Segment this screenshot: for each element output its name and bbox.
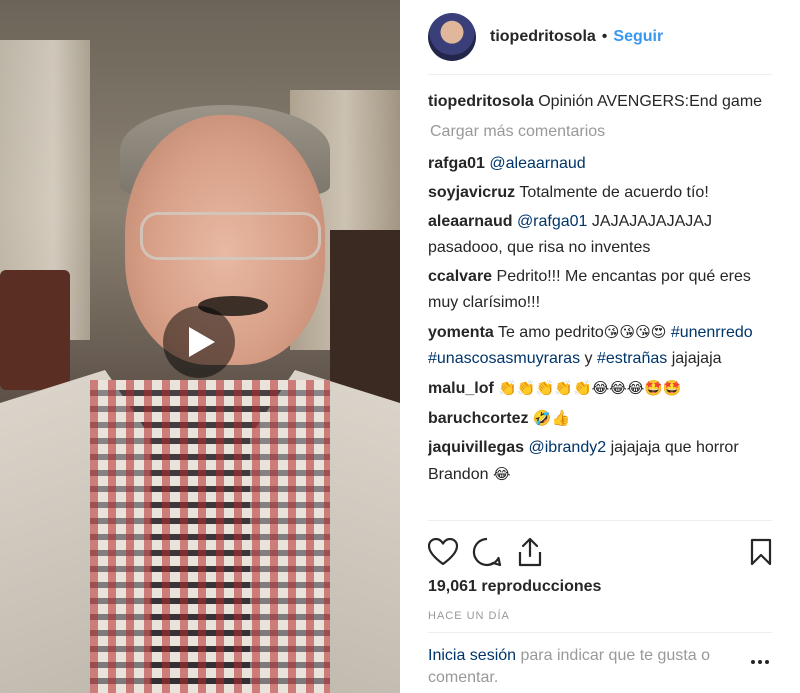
caption-text: Opinión AVENGERS:End game: [538, 93, 763, 110]
login-prompt: Inicia sesión para indicar que te gusta …: [428, 632, 772, 689]
comment-username[interactable]: ccalvare: [428, 268, 492, 285]
comment-text: y: [584, 350, 593, 367]
comment-emoji: 🤣👍: [532, 409, 571, 427]
comment-button[interactable]: [472, 535, 506, 569]
like-button[interactable]: [428, 535, 462, 569]
comment-item: soyjavicruz Totalmente de acuerdo tío!: [428, 180, 772, 206]
post-sidebar: tiopedritosola • Seguir tiopedritosola O…: [400, 0, 800, 693]
share-icon: [518, 537, 542, 567]
comment-mention[interactable]: @rafga01: [517, 213, 588, 230]
play-icon: [189, 327, 215, 357]
comment-username[interactable]: yomenta: [428, 324, 494, 341]
comment-username[interactable]: soyjavicruz: [428, 184, 515, 201]
caption-username[interactable]: tiopedritosola: [428, 93, 534, 110]
hashtag-link[interactable]: #unascosasmuyraras: [428, 350, 580, 367]
heart-icon: [428, 538, 458, 566]
background-shelf: [330, 230, 400, 410]
more-options-icon: [751, 660, 769, 664]
hashtag-link[interactable]: #unenrredo: [671, 324, 753, 341]
comment-emoji: 😂: [492, 465, 511, 483]
more-options-button[interactable]: [750, 652, 770, 670]
comment-username[interactable]: rafga01: [428, 155, 485, 172]
avatar[interactable]: [428, 13, 476, 61]
hashtag-link[interactable]: #estrañas: [597, 350, 667, 367]
comment-username[interactable]: baruchcortez: [428, 410, 528, 427]
comment-item: baruchcortez 🤣👍: [428, 405, 772, 432]
play-button[interactable]: [163, 306, 235, 378]
post-age[interactable]: HACE UN DÍA: [428, 610, 510, 622]
glasses: [140, 212, 321, 260]
post-header: tiopedritosola • Seguir: [428, 0, 772, 75]
action-bar: [428, 520, 772, 575]
comment-item: yomenta Te amo pedrito😘😘😘😍 #unenrredo #u…: [428, 319, 772, 372]
comment-item: ccalvare Pedrito!!! Me encantas por qué …: [428, 264, 772, 316]
comment-text: jajajaja: [671, 350, 722, 367]
comment-username[interactable]: jaquivillegas: [428, 439, 524, 456]
bookmark-icon: [750, 538, 772, 566]
comment-username[interactable]: aleaarnaud: [428, 213, 512, 230]
comment-item: jaquivillegas @ibrandy2 jajajaja que hor…: [428, 435, 772, 488]
background-sofa: [0, 270, 70, 390]
separator-dot: •: [601, 28, 608, 45]
save-button[interactable]: [738, 535, 772, 569]
comment-emoji: 👏👏👏👏👏😂😂😂🤩🤩: [498, 379, 682, 397]
comment-mention[interactable]: @aleaarnaud: [489, 155, 585, 172]
follow-button[interactable]: Seguir: [613, 28, 663, 46]
comment-text: Totalmente de acuerdo tío!: [519, 184, 709, 201]
load-more-comments-button[interactable]: Cargar más comentarios: [430, 119, 772, 145]
comment-username[interactable]: malu_lof: [428, 380, 494, 397]
comment-mention[interactable]: @ibrandy2: [529, 439, 607, 456]
comment-item: rafga01 @aleaarnaud: [428, 151, 772, 177]
share-button[interactable]: [516, 535, 550, 569]
login-link[interactable]: Inicia sesión: [428, 647, 516, 664]
video-player[interactable]: [0, 0, 400, 693]
comments-list: tiopedritosola Opinión AVENGERS:End game…: [428, 75, 772, 519]
comment-emoji: 😘😘😘😍: [603, 323, 667, 341]
comment-text: Te amo pedrito: [497, 324, 604, 341]
plaid-shirt: [90, 380, 330, 693]
view-count: 19,061 reproducciones: [428, 578, 602, 595]
header-username[interactable]: tiopedritosola: [490, 28, 596, 46]
comment-item: malu_lof 👏👏👏👏👏😂😂😂🤩🤩: [428, 375, 772, 402]
caption: tiopedritosola Opinión AVENGERS:End game: [428, 89, 772, 115]
comment-item: aleaarnaud @rafga01 JAJAJAJAJAJAJ pasado…: [428, 209, 772, 261]
comment-icon: [472, 537, 502, 567]
post-container: tiopedritosola • Seguir tiopedritosola O…: [0, 0, 800, 693]
